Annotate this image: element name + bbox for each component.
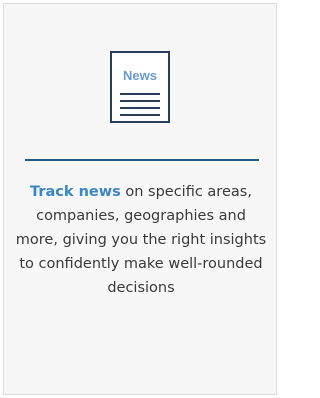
description-highlight: Track news xyxy=(30,184,121,200)
card-description: Track news on specific areas, companies,… xyxy=(14,180,268,300)
newspaper-icon-line xyxy=(120,114,160,116)
description-text: on specific areas, companies, geographie… xyxy=(15,184,267,296)
newspaper-icon: News xyxy=(110,51,170,123)
newspaper-icon-label: News xyxy=(123,68,157,83)
card-divider xyxy=(25,159,259,161)
news-feature-card: News Track news on specific areas, compa… xyxy=(3,3,277,395)
newspaper-icon-line xyxy=(120,100,160,102)
newspaper-icon-line xyxy=(120,107,160,109)
newspaper-icon-line xyxy=(120,93,160,95)
